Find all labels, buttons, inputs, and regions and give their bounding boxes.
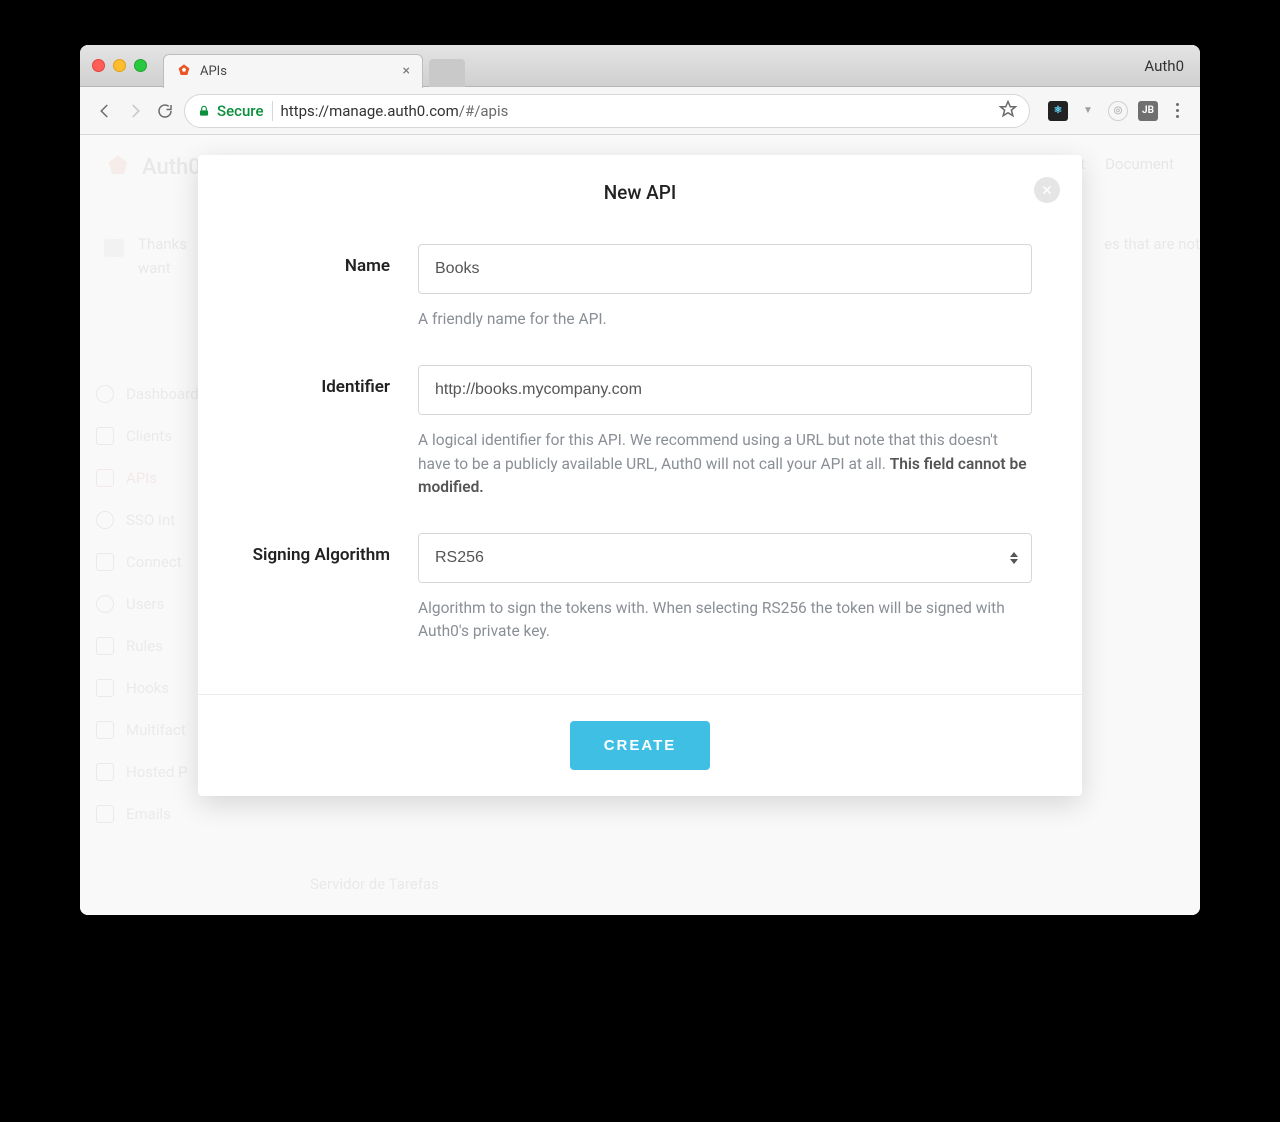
browser-menu-icon[interactable] xyxy=(1168,103,1186,118)
browser-tab[interactable]: APIs × xyxy=(163,54,423,88)
modal-body: Name A friendly name for the API. Identi… xyxy=(198,214,1082,694)
signing-select-wrap[interactable] xyxy=(418,533,1032,583)
form-row-name: Name A friendly name for the API. xyxy=(248,244,1032,331)
tab-title: APIs xyxy=(200,64,403,79)
vue-devtools-icon[interactable]: ▼ xyxy=(1078,101,1098,121)
extension-icons: ⚛ ▼ ◎ JB xyxy=(1048,101,1186,121)
modal-header: New API xyxy=(198,155,1082,214)
divider xyxy=(272,101,273,121)
signing-label: Signing Algorithm xyxy=(248,533,418,644)
url-text: https://manage.auth0.com/#/apis xyxy=(281,102,509,120)
form-row-identifier: Identifier A logical identifier for this… xyxy=(248,365,1032,499)
modal-title: New API xyxy=(218,181,1062,204)
forward-button[interactable] xyxy=(124,100,146,122)
signing-select[interactable] xyxy=(418,533,1032,583)
titlebar: APIs × Auth0 xyxy=(80,45,1200,87)
name-input[interactable] xyxy=(418,244,1032,294)
lock-icon xyxy=(197,104,211,118)
modal-footer: CREATE xyxy=(198,694,1082,796)
reload-button[interactable] xyxy=(154,100,176,122)
tab-close-icon[interactable]: × xyxy=(403,63,410,79)
extension-icon[interactable]: ◎ xyxy=(1108,101,1128,121)
create-button[interactable]: CREATE xyxy=(570,721,711,770)
back-button[interactable] xyxy=(94,100,116,122)
identifier-input[interactable] xyxy=(418,365,1032,415)
new-tab-button[interactable] xyxy=(429,59,465,87)
jetbrains-extension-icon[interactable]: JB xyxy=(1138,101,1158,121)
name-help: A friendly name for the API. xyxy=(418,308,1032,331)
signing-help: Algorithm to sign the tokens with. When … xyxy=(418,597,1032,644)
modal-close-button[interactable] xyxy=(1034,177,1060,203)
address-bar[interactable]: Secure https://manage.auth0.com/#/apis xyxy=(184,94,1030,128)
select-caret-icon xyxy=(1010,552,1018,564)
secure-label: Secure xyxy=(217,102,264,120)
name-label: Name xyxy=(248,244,418,331)
browser-window: APIs × Auth0 Secure https://manage.auth0… xyxy=(80,45,1200,915)
window-controls xyxy=(92,59,147,72)
form-row-signing: Signing Algorithm Algorithm to sign the … xyxy=(248,533,1032,644)
identifier-help: A logical identifier for this API. We re… xyxy=(418,429,1032,499)
auth0-favicon-icon xyxy=(176,63,192,79)
minimize-window-button[interactable] xyxy=(113,59,126,72)
window-app-name: Auth0 xyxy=(1144,57,1184,75)
identifier-label: Identifier xyxy=(248,365,418,499)
bookmark-star-icon[interactable] xyxy=(999,100,1017,122)
browser-toolbar: Secure https://manage.auth0.com/#/apis ⚛… xyxy=(80,87,1200,135)
page-content: Auth0 🔍 Search for clients or features S… xyxy=(80,135,1200,915)
close-window-button[interactable] xyxy=(92,59,105,72)
react-devtools-icon[interactable]: ⚛ xyxy=(1048,101,1068,121)
maximize-window-button[interactable] xyxy=(134,59,147,72)
new-api-modal: New API Name A friendly name for the API… xyxy=(198,155,1082,796)
